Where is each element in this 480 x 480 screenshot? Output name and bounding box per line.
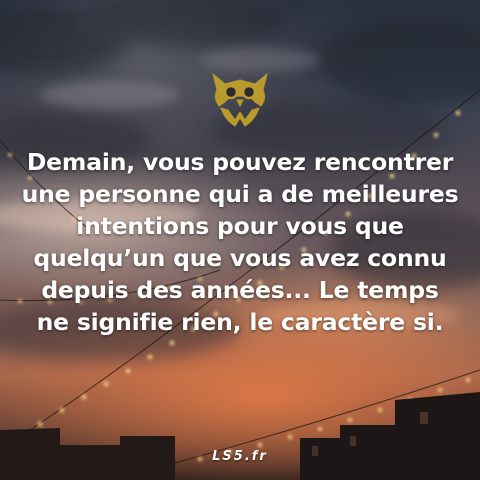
- owl-logo-icon: [212, 73, 268, 127]
- quote-line: une personne qui a de meilleures: [21, 180, 459, 208]
- quote-line: ne signifie rien, le caractère si.: [36, 308, 444, 336]
- quote-image: Demain, vous pouvez rencontrer une perso…: [0, 0, 480, 480]
- site-watermark: LS5.fr: [212, 449, 268, 464]
- quote-line: intentions pour vous que: [76, 212, 404, 240]
- quote-line: quelqu’un que vous avez connu: [33, 244, 447, 272]
- quote-line: Demain, vous pouvez rencontrer: [26, 148, 454, 176]
- quote-text: Demain, vous pouvez rencontrer une perso…: [6, 146, 474, 338]
- quote-line: depuis des années... Le temps: [41, 276, 439, 304]
